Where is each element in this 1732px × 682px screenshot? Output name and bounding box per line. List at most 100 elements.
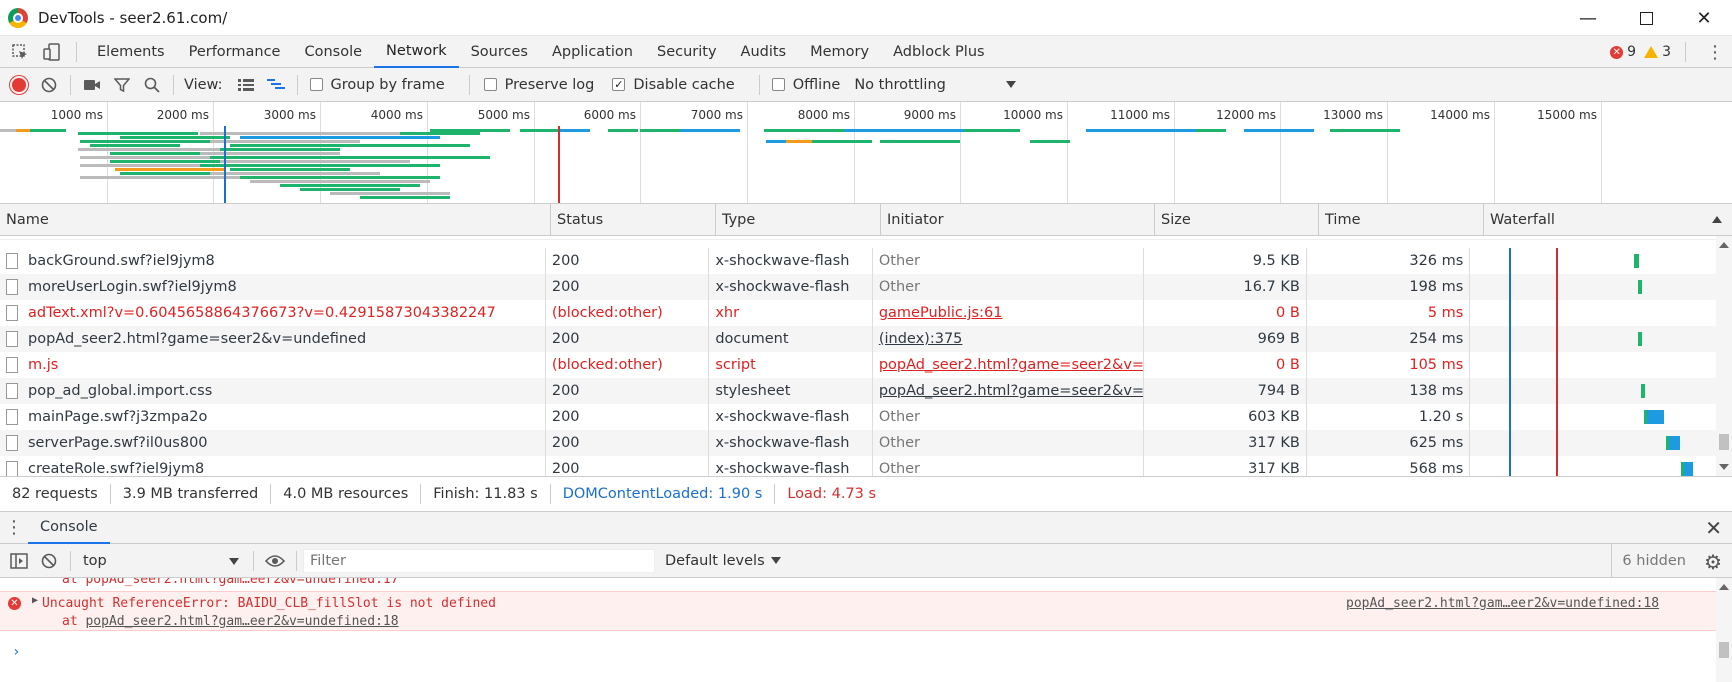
table-row[interactable]: adText.xml?v=0.6045658864376673?v=0.4291… <box>0 300 1716 326</box>
table-row[interactable]: serverPage.swf?il0us800 200 x-shockwave-fl… <box>0 430 1716 456</box>
drawer-menu-icon[interactable]: ⋮ <box>0 517 28 538</box>
error-source-link[interactable]: popAd_seer2.html?gam…eer2&v=undefined:18 <box>1346 596 1659 611</box>
stack-link[interactable]: popAd_seer2.html?gam…eer2&v=undefined:18 <box>85 614 398 629</box>
tab-application[interactable]: Application <box>540 36 645 68</box>
log-levels-select[interactable]: Default levels <box>665 553 781 569</box>
table-row[interactable]: popAd_seer2.html?game=seer2&v=undefined 2… <box>0 326 1716 352</box>
list-view-icon <box>237 78 254 91</box>
console-prompt-icon[interactable]: › <box>12 644 20 660</box>
overview-tick-label: 5000 ms <box>477 108 530 122</box>
requests-table-header: Name Status Type Initiator Size Time Waterfall <box>0 204 1732 236</box>
clear-button[interactable] <box>34 70 64 100</box>
tab-console[interactable]: Console <box>292 36 374 68</box>
table-row[interactable]: mainPage.swf?j3zmpa2o 200 x-shockwave-flas… <box>0 404 1716 430</box>
scroll-down-icon[interactable] <box>1719 464 1729 470</box>
scrollbar-thumb[interactable] <box>1719 642 1729 658</box>
overview-request-bar <box>1244 129 1314 132</box>
tab-performance[interactable]: Performance <box>177 36 293 68</box>
cell-text: Other <box>878 279 921 295</box>
tab-elements[interactable]: Elements <box>85 36 177 68</box>
large-rows-button[interactable] <box>231 70 261 100</box>
drawer-tab-console[interactable]: Console <box>28 512 110 544</box>
show-sidebar-button[interactable] <box>4 546 34 576</box>
tab-audits[interactable]: Audits <box>729 36 799 68</box>
waterfall-bar <box>1638 280 1643 294</box>
column-header-time[interactable]: Time <box>1319 204 1484 236</box>
preserve-log-checkbox[interactable]: Preserve log <box>483 77 594 93</box>
overview-tick-label: 2000 ms <box>156 108 209 122</box>
close-drawer-icon[interactable]: ✕ <box>1705 516 1722 540</box>
tab-network[interactable]: Network <box>374 36 459 68</box>
request-count: 82 requests <box>0 484 111 504</box>
cell-initiator[interactable]: gamePublic.js:61 <box>873 300 1145 326</box>
live-expression-button[interactable] <box>260 546 290 576</box>
more-options-icon[interactable]: ⋮ <box>1702 42 1726 63</box>
clear-console-button[interactable] <box>34 546 64 576</box>
context-select[interactable]: top <box>77 548 247 574</box>
cell-initiator: Other <box>873 456 1145 476</box>
disable-cache-checkbox[interactable]: ✓ Disable cache <box>612 77 735 93</box>
cell-waterfall <box>1470 300 1716 326</box>
column-header-type[interactable]: Type <box>716 204 881 236</box>
record-icon <box>12 77 26 92</box>
overview-button[interactable] <box>261 70 291 100</box>
cell-initiator[interactable]: (index):375 <box>873 326 1145 352</box>
waterfall-marker <box>1509 300 1512 326</box>
filter-button[interactable] <box>107 70 137 100</box>
cell-waterfall <box>1470 352 1716 378</box>
network-overview-timeline[interactable]: 1000 ms 2000 ms 3000 ms 4000 ms 5000 ms 6000 … <box>0 102 1732 204</box>
error-text[interactable]: Uncaught ReferenceError: BAIDU_CLB_fillS… <box>42 596 496 611</box>
tab-adblock-plus[interactable]: Adblock Plus <box>881 36 996 68</box>
minimize-button[interactable]: — <box>1560 0 1616 36</box>
scrollbar-thumb[interactable] <box>1719 434 1729 450</box>
throttling-select[interactable]: No throttling <box>854 77 1016 93</box>
requests-scrollbar[interactable] <box>1716 236 1732 476</box>
table-row[interactable]: backGround.swf?iel9jym8 200 x-shockwave-fl… <box>0 248 1716 274</box>
overview-request-bar <box>90 144 180 147</box>
table-row[interactable]: m.js (blocked:other) script popAd_seer2.htm… <box>0 352 1716 378</box>
search-button[interactable] <box>137 70 167 100</box>
warning-count: 3 <box>1662 44 1671 60</box>
column-header-initiator[interactable]: Initiator <box>881 204 1155 236</box>
offline-checkbox[interactable]: Offline <box>771 77 840 93</box>
scroll-up-icon[interactable] <box>1719 242 1729 248</box>
cell-initiator: Other <box>873 430 1145 456</box>
file-icon <box>6 435 18 451</box>
column-header-size[interactable]: Size <box>1155 204 1319 236</box>
tab-memory[interactable]: Memory <box>798 36 881 68</box>
scroll-up-icon[interactable] <box>1719 584 1729 590</box>
table-row[interactable]: createRole.swf?iel9jym8 200 x-shockwave-fl… <box>0 456 1716 476</box>
overview-gridline <box>1067 102 1068 203</box>
overview-gridline <box>1494 102 1495 203</box>
column-header-name[interactable]: Name <box>0 204 551 236</box>
console-scrollbar[interactable] <box>1716 578 1732 682</box>
table-row[interactable]: moreUserLogin.swf?iel9jym8 200 x-shockwave… <box>0 274 1716 300</box>
cell-text: 603 KB <box>1248 409 1300 425</box>
table-row[interactable]: pop_ad_global.import.css 200 stylesheet pop… <box>0 378 1716 404</box>
close-window-button[interactable]: ✕ <box>1676 0 1732 36</box>
console-filter-input[interactable] <box>303 548 655 573</box>
overview-request-bar <box>1330 129 1400 132</box>
device-toolbar-icon[interactable] <box>36 36 68 68</box>
cell-type: script <box>709 352 873 378</box>
cell-initiator[interactable]: popAd_seer2.html?game=seer2&v=u... <box>873 352 1145 378</box>
gear-icon[interactable]: ⚙ <box>1704 550 1722 574</box>
cell-initiator[interactable]: popAd_seer2.html?game=seer2&v=u... <box>873 378 1145 404</box>
maximize-button[interactable] <box>1618 0 1674 36</box>
record-button[interactable] <box>4 70 34 100</box>
overview-gridline <box>640 102 641 203</box>
error-counter[interactable]: ✕ 9 3 <box>1610 44 1671 60</box>
column-header-status[interactable]: Status <box>551 204 716 236</box>
column-header-waterfall[interactable]: Waterfall <box>1484 204 1732 236</box>
console-truncated-line: at popAd_seer2.html?gam…eer2&v=undefined… <box>62 578 399 587</box>
cell-status: 200 <box>546 378 710 404</box>
capture-screenshots-button[interactable] <box>77 70 107 100</box>
group-by-frame-checkbox[interactable]: Group by frame <box>309 77 445 93</box>
checkbox-box <box>309 78 323 91</box>
waterfall-bar <box>1641 384 1646 398</box>
expand-triangle-icon[interactable]: ▶ <box>32 595 38 606</box>
overview-gridline <box>960 102 961 203</box>
tab-security[interactable]: Security <box>645 36 729 68</box>
inspect-element-icon[interactable] <box>4 36 36 68</box>
tab-sources[interactable]: Sources <box>459 36 540 68</box>
